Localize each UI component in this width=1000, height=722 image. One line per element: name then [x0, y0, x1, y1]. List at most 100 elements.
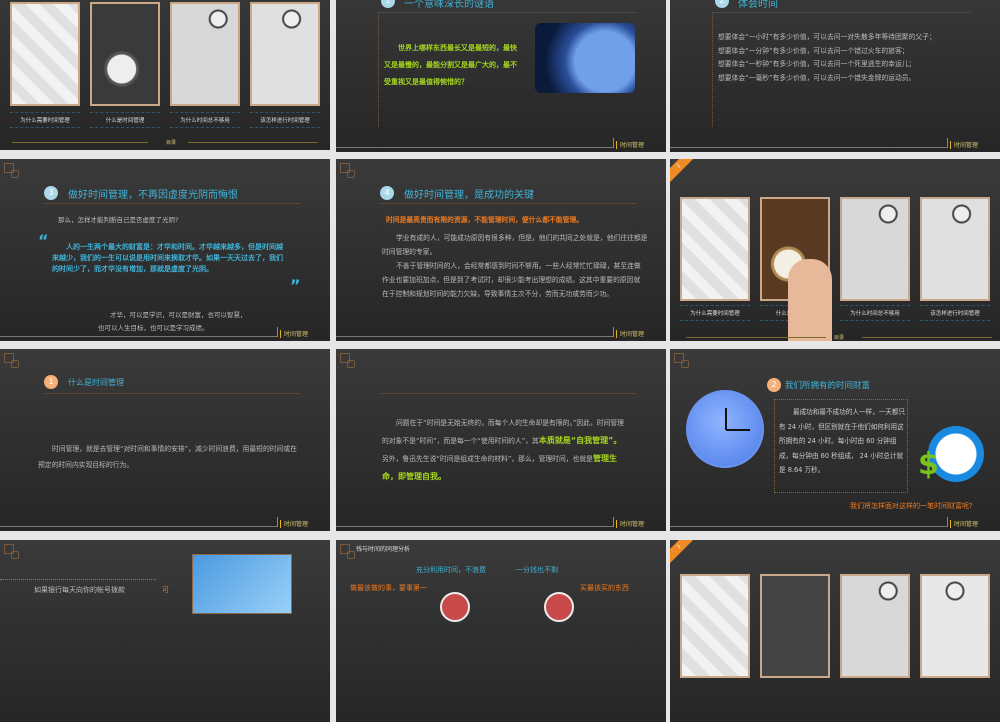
footer-title: 时间管理	[954, 521, 979, 528]
corner-decoration	[340, 544, 355, 559]
toc-label[interactable]: 为什么需要时间管理	[10, 112, 80, 128]
divider	[380, 203, 635, 204]
toc-card-image	[680, 197, 750, 301]
section-badge: 2	[767, 378, 781, 392]
experience-line: 想要体会“一小时”有多少价值，可以去问一对失散多年等待团聚的父子；	[718, 33, 936, 41]
toc-card-image	[920, 197, 990, 301]
slide-analysis[interactable]: 钱与时间的同理分析 充分利用时间，不浪费 做最该做的事，要事第一 一分钱也不剩 …	[336, 540, 666, 722]
slide-essence[interactable]: 问题在于“时间是无始无终的，而每个人的生命却是有限的。”因此，时间管理的对象不是…	[336, 349, 666, 531]
corner-decoration	[4, 353, 19, 368]
slide-toc[interactable]: 为什么需要时间管理 什么是时间管理 为什么时间总不够用 该怎样进行时间管理 目录	[0, 0, 330, 150]
toc-label-small: 目录	[834, 335, 845, 341]
divider	[44, 393, 299, 394]
footer-title: 时间管理	[954, 142, 979, 149]
slide-title: 钱与时间的同理分析	[356, 546, 411, 553]
quote-text: 人的一生两个最大的财富是：才华和时间。才华越来越多，但是时间越来越少，我们的一生…	[52, 243, 283, 273]
section-badge: 1	[381, 0, 395, 8]
slide-toc-section-2[interactable]: 2 为什么需要时间管理 什么是时间管理 为什么时间总不够用 该怎样进行时间管理 …	[670, 159, 1000, 341]
section-ribbon: 3	[670, 540, 699, 567]
divider	[378, 12, 636, 13]
toc-label[interactable]: 为什么需要时间管理	[680, 305, 750, 321]
divider	[686, 337, 826, 338]
slide-riddle[interactable]: 1 一个意味深长的谜语 世界上哪样东西最长又是最短的，最快又是最慢的，最能分割又…	[336, 0, 666, 152]
footer-bar	[613, 138, 614, 148]
money-circle	[544, 592, 574, 622]
toc-card-image	[840, 574, 910, 678]
footer-title: 时间管理	[620, 331, 645, 338]
toc-card-image	[840, 197, 910, 301]
toc-card-image	[250, 2, 320, 106]
corner-decoration	[674, 353, 689, 368]
hand-image	[788, 259, 832, 341]
footer-bar	[616, 330, 617, 338]
footer-line	[670, 526, 947, 527]
toc-label[interactable]: 什么是时间管理	[90, 112, 160, 128]
footer-line	[0, 526, 277, 527]
slide-regret[interactable]: 3 做好时间管理，不再因虚度光阴而悔恨 那么，怎样才能判断自己是否虚度了光阴? …	[0, 159, 330, 341]
footer-bar	[616, 141, 617, 149]
footer-bar	[280, 330, 281, 338]
slide-experience[interactable]: 2 体会时间 想要体会“一小时”有多少价值，可以去问一对失散多年等待团聚的父子；…	[670, 0, 1000, 152]
experience-line: 想要体会“一毫秒”有多少价值，可以去问一个错失金牌的运动员。	[718, 73, 916, 82]
toc-label[interactable]: 该怎样进行时间管理	[920, 305, 990, 321]
divider	[712, 12, 713, 127]
slide-title: 一个意味深长的谜语	[404, 0, 494, 10]
slide-toc-section-3[interactable]: 3	[670, 540, 1000, 722]
dollar-icon: $	[918, 447, 939, 482]
footer-line	[336, 147, 613, 148]
toc-card-image	[760, 574, 830, 678]
divider	[12, 142, 148, 143]
paragraph: 不善于管理时间的人，会经常都感到时间不够用。一些人经常忙忙碌碌，甚至连做作业也要…	[382, 262, 641, 298]
wealth-question: 我们将怎样面对这样的一笔时间财富呢?	[850, 502, 973, 510]
divider	[0, 579, 156, 580]
footer-bar	[613, 327, 614, 337]
experience-line: 想要体会“一分钟”有多少价值，可以去问一个错过火车的旅客；	[718, 46, 909, 55]
quote-close-icon: ”	[290, 276, 301, 295]
analysis-label: 买最该买的东西	[580, 584, 629, 592]
slide-title: 体会时间	[738, 0, 778, 10]
slide-wealth[interactable]: 2 我们所拥有的时间财富 最成功和最不成功的人一样，一天都只有 24 小时，但区…	[670, 349, 1000, 531]
text-run: 另外，鲁迅先生说“时间是组成生命的材料”，那么，管理时间，也就是	[382, 455, 593, 463]
section-ribbon: 2	[670, 159, 699, 186]
footer-bar	[947, 138, 948, 148]
footer-bar	[613, 517, 614, 527]
footer-title: 时间管理	[284, 331, 309, 338]
toc-label[interactable]: 该怎样进行时间管理	[250, 112, 320, 128]
slide-key[interactable]: 4 做好时间管理，是成功的关键 时间是最高贵而有限的资源，不能管理时间，便什么都…	[336, 159, 666, 341]
footer-bar	[277, 327, 278, 337]
toc-label[interactable]: 为什么时间总不够用	[840, 305, 910, 321]
toc-card-image	[90, 2, 160, 106]
divider	[380, 393, 635, 394]
question-text: 那么，怎样才能判断自己是否虚度了光阴?	[58, 216, 179, 224]
money-image	[192, 554, 292, 614]
bank-side-text: 可	[162, 586, 169, 594]
slide-title: 我们所拥有的时间财富	[785, 381, 871, 391]
toc-label[interactable]: 为什么时间总不够用	[170, 112, 240, 128]
section-badge: 4	[380, 186, 394, 200]
divider	[188, 142, 318, 143]
corner-decoration	[340, 353, 355, 368]
corner-decoration	[4, 163, 19, 178]
watch-image	[535, 23, 635, 93]
footer-bar	[950, 520, 951, 528]
slide-title: 做好时间管理，不再因虚度光阴而悔恨	[68, 190, 238, 201]
slide-what[interactable]: 1 什么是时间管理 时间管理，就是去管理“对时间和事情的安排”，减少时间浪费，用…	[0, 349, 330, 531]
footer-bar	[280, 520, 281, 528]
toc-card-image	[680, 574, 750, 678]
wealth-text: 最成功和最不成功的人一样，一天都只有 24 小时，但区别就在于他们如何利用这所拥…	[779, 408, 906, 474]
highlight-text: 时间是最高贵而有限的资源，不能管理时间，便什么都不能管理。	[386, 216, 584, 224]
wall-clock-image	[686, 390, 764, 468]
divider	[378, 12, 379, 127]
section-badge: 2	[715, 0, 729, 8]
footer-line	[0, 336, 277, 337]
essence-text: 问题在于“时间是无始无终的，而每个人的生命却是有限的。”因此，时间管理的对象不是…	[382, 415, 628, 486]
emphasis-text: 本质就是“自我管理”。	[538, 436, 622, 445]
riddle-text: 世界上哪样东西最长又是最短的，最快又是最慢的，最能分割又是最广大的，最不受重视又…	[384, 44, 517, 86]
slide-bank[interactable]: 如果银行每天向你的帐号拨款 可	[0, 540, 330, 722]
analysis-label: 一分钱也不剩	[516, 566, 558, 574]
toc-label-small: 目录	[166, 140, 177, 146]
footer-line	[336, 526, 613, 527]
footer-bar	[950, 141, 951, 149]
toc-card-image	[170, 2, 240, 106]
section-badge: 1	[44, 375, 58, 389]
